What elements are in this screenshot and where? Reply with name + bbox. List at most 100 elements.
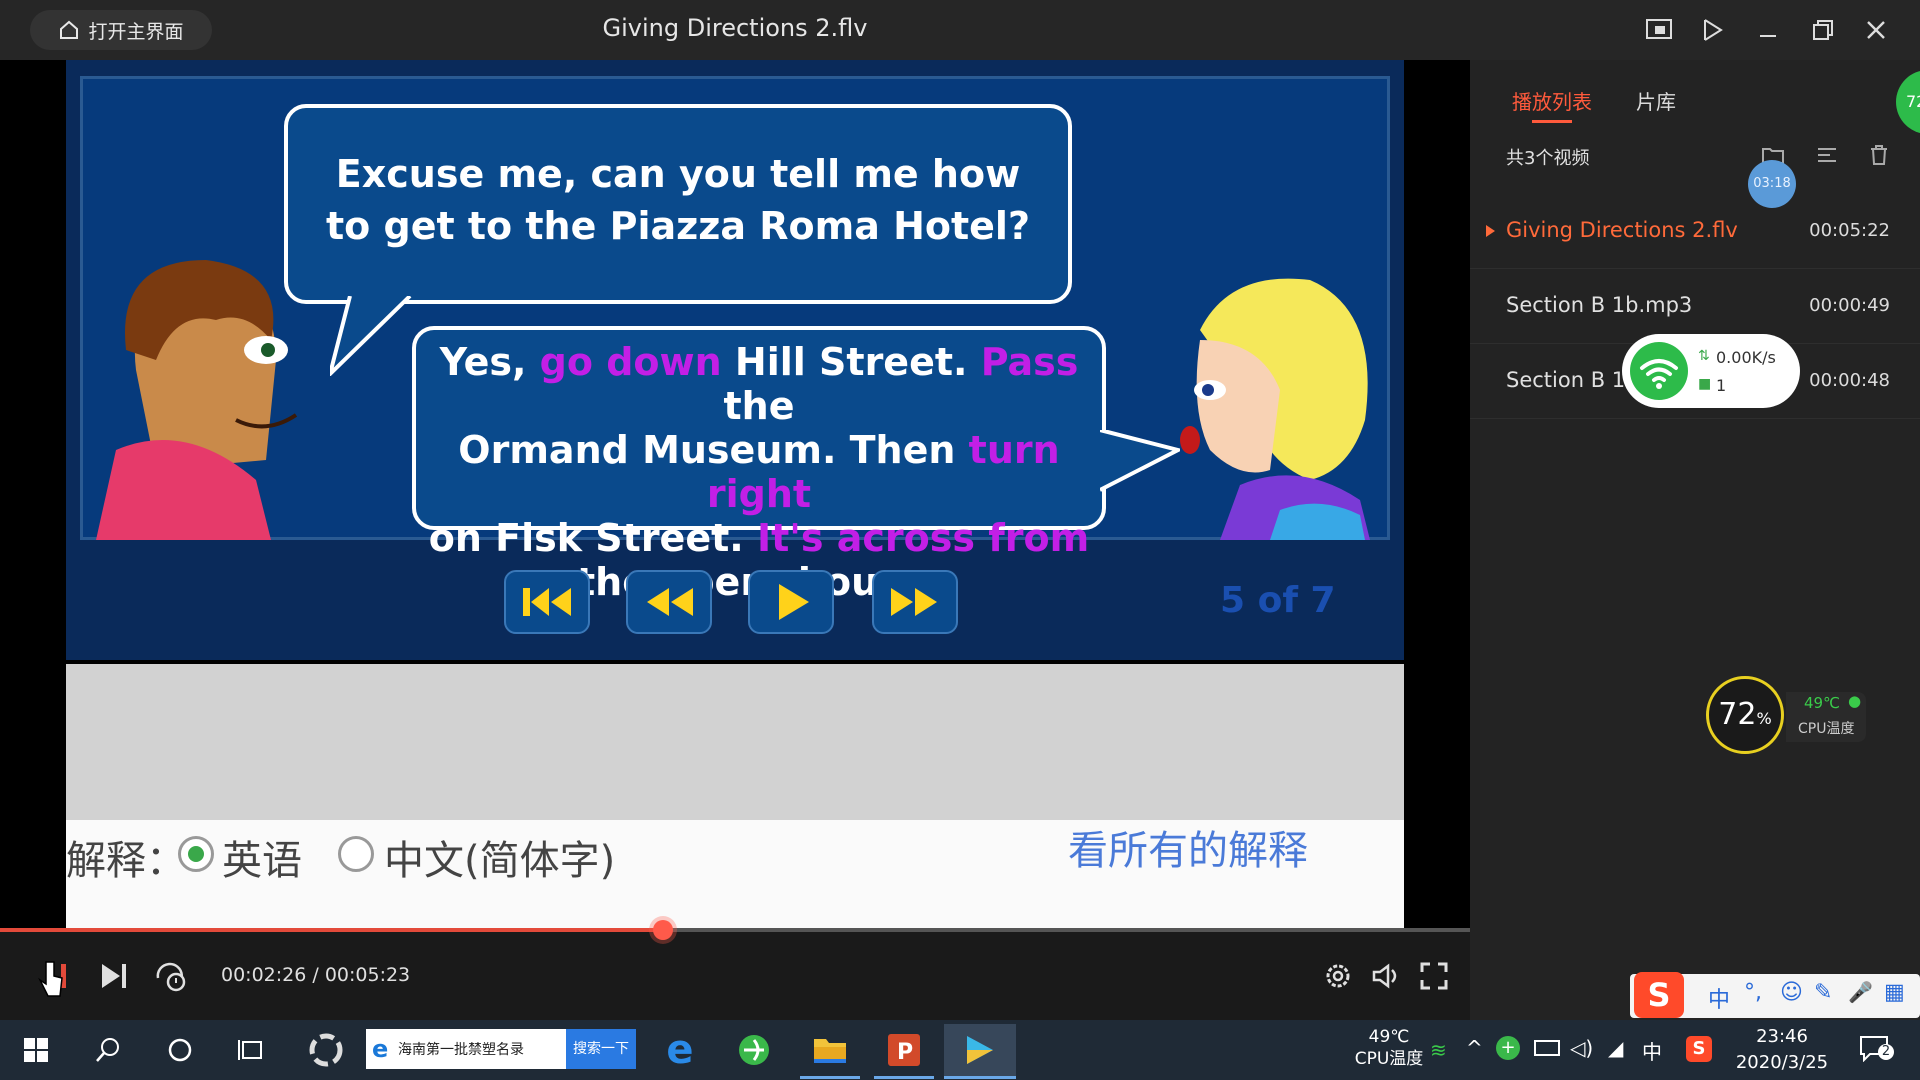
player-app-icon — [967, 1036, 993, 1064]
search-go-button[interactable]: 搜索一下 — [566, 1029, 636, 1069]
system-clock[interactable]: 23:46 2020/3/25 — [1722, 1024, 1842, 1076]
slide-play-button[interactable] — [748, 570, 834, 634]
cpu-usage-gauge: 72% — [1706, 676, 1784, 754]
ime-toolbox[interactable]: ▦ — [1884, 980, 1905, 1005]
edge-icon: e — [666, 1027, 694, 1073]
taskbar-360-browser[interactable] — [726, 1024, 782, 1076]
pin-top-icon[interactable] — [1697, 14, 1729, 46]
minimize-icon[interactable] — [1752, 14, 1784, 46]
speech-bubble-answer: Yes, go down Hill Street. Pass the Orman… — [412, 326, 1106, 604]
wifi-tray-icon[interactable]: ≋ — [1430, 1038, 1447, 1062]
playlist-item[interactable]: Section B 1b.mp3 00:00:49 — [1470, 269, 1920, 344]
loop-timer-button[interactable] — [152, 958, 188, 994]
bubble1-line2: to get to the Piazza Roma Hotel? — [326, 204, 1030, 248]
slide-forward-button[interactable] — [872, 570, 958, 634]
ime-chinese-mode[interactable]: 中 — [1708, 982, 1730, 1014]
fullscreen-button[interactable] — [1416, 958, 1452, 994]
see-all-explanations: 看所有的解释 — [1068, 828, 1308, 874]
start-button[interactable] — [8, 1024, 64, 1076]
cpu-temp: 49℃ — [1804, 694, 1840, 712]
window-title: Giving Directions 2.flv — [602, 14, 868, 42]
radio-chinese — [338, 836, 374, 872]
sort-list-button[interactable] — [1814, 142, 1840, 168]
ime-emoji[interactable]: ☺ — [1780, 980, 1803, 1005]
slide-rewind-button[interactable] — [626, 570, 712, 634]
gear-icon — [1326, 964, 1350, 988]
task-view-icon — [238, 1040, 262, 1060]
progress-knob[interactable] — [652, 920, 673, 940]
text-the: the — [723, 384, 795, 428]
option-chinese: 中文(简体字) — [384, 838, 616, 884]
battery-icon[interactable] — [1534, 1040, 1560, 1056]
plus-tray-icon[interactable]: + — [1496, 1036, 1520, 1060]
taskbar-cpu-temp: 49℃ CPU温度 — [1344, 1026, 1434, 1070]
network-speed-widget[interactable]: ⇅ 0.00K/s ■ 1 — [1622, 334, 1800, 408]
text-hill-street: Hill Street. — [734, 340, 968, 384]
cpu-temp-widget[interactable]: 72% 49℃ ● CPU温度 — [1706, 676, 1866, 754]
next-button[interactable] — [96, 958, 132, 994]
notification-center-button[interactable]: 2 — [1858, 1034, 1894, 1063]
ime-tray-indicator[interactable]: 中 — [1642, 1036, 1662, 1065]
explain-label: 解释： — [66, 838, 186, 884]
playlist-item-duration: 00:00:48 — [1809, 370, 1890, 391]
woman-character-illustration — [1180, 278, 1370, 540]
restore-icon[interactable] — [1806, 14, 1838, 46]
powerpoint-active-indicator — [874, 1076, 934, 1079]
slide-counter: 5 of 7 — [1220, 580, 1336, 621]
tab-active-underline — [1532, 120, 1572, 123]
browser-search-box[interactable]: e 海南第一批禁塑名录 — [366, 1029, 566, 1069]
volume-button[interactable] — [1368, 958, 1404, 994]
taskbar-edge[interactable]: e — [652, 1024, 708, 1076]
close-icon[interactable] — [1860, 14, 1892, 46]
tab-playlist[interactable]: 播放列表 — [1512, 86, 1592, 115]
cpu-percent-unit: % — [1756, 709, 1772, 728]
text-ormand: Ormand Museum. Then — [458, 428, 956, 472]
ime-toolbar[interactable]: S 中 °, ☺ ✎ 🎤 ▦ — [1630, 972, 1920, 1018]
rewind-icon — [647, 588, 693, 616]
text-go-down: go down — [539, 340, 722, 384]
leaf-icon: ● — [1848, 692, 1862, 710]
bubble2-line3: on Fisk Street. It's across from — [416, 516, 1102, 560]
cpu-temp-label: CPU温度 — [1798, 721, 1855, 737]
volume-tray-icon[interactable]: ◁) — [1570, 1036, 1593, 1060]
speaker-icon — [1372, 963, 1397, 989]
slide-first-button[interactable] — [504, 570, 590, 634]
mini-mode-icon[interactable] — [1643, 14, 1675, 46]
ime-voice[interactable]: 🎤 — [1848, 980, 1873, 1004]
ime-punctuation[interactable]: °, — [1744, 980, 1762, 1005]
wifi-icon — [1640, 359, 1678, 389]
sogou-tray-icon[interactable]: S — [1686, 1036, 1712, 1062]
home-button-label: 打开主界面 — [88, 20, 184, 43]
player-active-indicator — [944, 1076, 1016, 1079]
taskbar-powerpoint[interactable]: P — [876, 1024, 932, 1076]
time-display: 00:02:26 / 00:05:23 — [221, 964, 411, 986]
network-tray-icon[interactable]: ◢ — [1608, 1036, 1623, 1060]
open-main-interface-button[interactable]: 打开主界面 — [30, 10, 212, 50]
skip-first-icon — [523, 588, 571, 616]
taskbar-app-swirl[interactable] — [298, 1024, 354, 1076]
ie-small-icon: e — [372, 1035, 389, 1063]
taskbar-video-player[interactable] — [944, 1024, 1016, 1076]
skip-next-icon — [102, 964, 126, 988]
settings-button[interactable] — [1320, 958, 1356, 994]
delete-button[interactable] — [1866, 142, 1892, 168]
taskbar-cpu-temp-label: CPU温度 — [1354, 1049, 1424, 1069]
bubble1-line1: Excuse me, can you tell me how — [335, 152, 1021, 196]
cortana-button[interactable] — [152, 1024, 208, 1076]
taskbar-file-explorer[interactable] — [802, 1024, 858, 1076]
ime-handwrite[interactable]: ✎ — [1814, 980, 1832, 1005]
chevron-up-icon[interactable]: ^ — [1466, 1036, 1483, 1060]
windows-logo-icon — [24, 1038, 48, 1062]
fast-forward-icon — [891, 588, 937, 616]
search-button[interactable] — [80, 1024, 136, 1076]
text-yes: Yes, — [439, 340, 527, 384]
playlist-item[interactable]: Giving Directions 2.flv 00:05:22 — [1470, 194, 1920, 269]
bubble2-line1: Yes, go down Hill Street. Pass the — [416, 340, 1102, 428]
task-view-button[interactable] — [224, 1024, 280, 1076]
lock-icon: ■ — [1698, 376, 1712, 392]
loop-clock-icon — [156, 962, 186, 992]
tab-library[interactable]: 片库 — [1636, 86, 1676, 115]
mouse-cursor-icon — [38, 961, 63, 997]
updown-arrows-icon: ⇅ — [1698, 348, 1710, 364]
swirl-app-icon — [309, 1033, 343, 1067]
